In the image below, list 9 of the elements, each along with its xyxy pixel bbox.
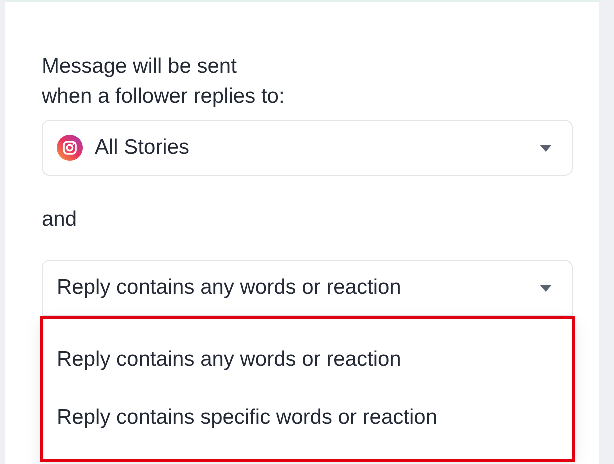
condition-select[interactable]: Reply contains any words or reaction <box>42 260 573 316</box>
menu-option[interactable]: Reply contains any words or reaction <box>55 331 572 389</box>
caret-icon <box>540 284 552 292</box>
connector-text: and <box>42 208 78 232</box>
menu-option[interactable]: Reply contains specific words or reaction <box>55 389 572 447</box>
prompt-text: Message will be sent when a follower replies to: <box>42 54 286 110</box>
caret-icon <box>540 144 552 152</box>
camera-icon <box>57 135 83 161</box>
source-select[interactable]: All Stories <box>42 120 573 176</box>
